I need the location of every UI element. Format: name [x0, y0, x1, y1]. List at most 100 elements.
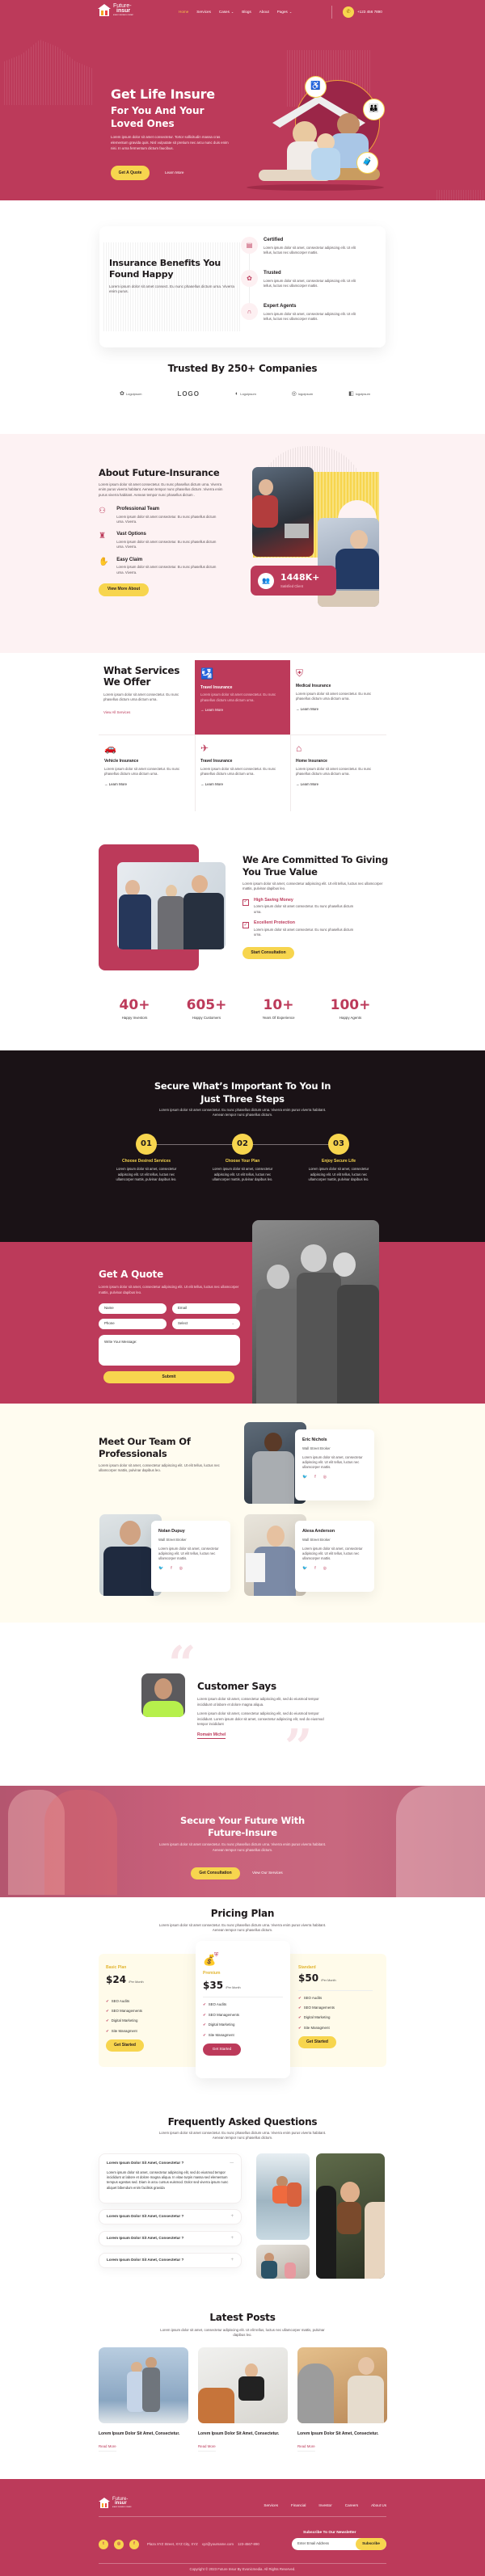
nav-pages[interactable]: Pages ⌄	[277, 10, 292, 15]
service-title: Travel Insurance	[200, 759, 233, 764]
twitter-icon[interactable]: 🐦	[302, 1475, 307, 1480]
view-more-about-button[interactable]: View More About	[99, 583, 149, 596]
service-card[interactable]: 🚗 Vehicle Insurance Lorem ipsum dolor si…	[99, 735, 194, 810]
nav-blogs[interactable]: Blogs	[242, 10, 251, 15]
faq-item[interactable]: Lorem Ipsum Dolor Sit Amet, Consectetur …	[99, 2253, 242, 2268]
post-title[interactable]: Lorem Ipsum Dolor Sit Amet, Consectetur.	[198, 2431, 288, 2437]
faq-item-open[interactable]: Lorem Ipsum Dolor Sit Amet, Consectetur …	[99, 2153, 242, 2203]
get-a-quote-button[interactable]: Get A Quote	[111, 166, 150, 181]
learn-more-link[interactable]: → Learn More	[200, 708, 285, 713]
phone-input[interactable]: Phone	[99, 1318, 167, 1329]
post-image[interactable]	[198, 2347, 288, 2423]
facebook-icon[interactable]: f	[314, 1475, 315, 1480]
footer-link-services[interactable]: Services	[264, 2503, 278, 2509]
footer-email[interactable]: xyz@yourname.com	[202, 2542, 234, 2547]
service-card[interactable]: ⛨ Medical Insurance Lorem ipsum dolor si…	[290, 660, 386, 734]
plus-icon[interactable]: +	[230, 2213, 234, 2220]
read-more-link[interactable]: Read More	[198, 2444, 216, 2452]
read-more-link[interactable]: Read More	[297, 2444, 315, 2452]
facebook-icon[interactable]: f	[129, 2540, 139, 2549]
faq-item[interactable]: Lorem Ipsum Dolor Sit Amet, Consectetur …	[99, 2209, 242, 2225]
partner-logos: ✿ Logoipsum LOGO ◐ Logoipsum ◎ logoipsum ◧ l…	[120, 389, 370, 399]
faq-item[interactable]: Lorem Ipsum Dolor Sit Amet, Consectetur …	[99, 2231, 242, 2246]
twitter-icon[interactable]: t	[99, 2540, 108, 2549]
post-image[interactable]	[297, 2347, 387, 2423]
chevron-down-icon: ⌄	[230, 10, 234, 14]
hero-subtitle-1: For You And Your	[111, 104, 205, 116]
footer-link-investor[interactable]: Investor	[318, 2503, 331, 2509]
point-text: Lorem ipsum dolor sit amet consectetur. …	[254, 927, 354, 937]
footer-link-financial[interactable]: Financial	[291, 2503, 306, 2509]
post-card[interactable]: Lorem Ipsum Dolor Sit Amet, Consectetur.…	[198, 2347, 288, 2452]
get-started-button[interactable]: Get Started	[203, 2043, 241, 2056]
post-card[interactable]: Lorem Ipsum Dolor Sit Amet, Consectetur.…	[297, 2347, 387, 2452]
service-select[interactable]: Select ⌄	[172, 1318, 240, 1329]
learn-more-link[interactable]: → Learn More	[200, 782, 285, 787]
plan-feature: ✔ Site Managment	[106, 2028, 137, 2033]
get-started-button[interactable]: Get Started	[106, 2039, 144, 2052]
learn-more-link[interactable]: Learn More	[165, 170, 184, 176]
plan-feature: ✔ SEO Managements	[298, 2006, 335, 2010]
instagram-icon[interactable]: ◎	[323, 1566, 327, 1572]
nav-about[interactable]: About	[259, 10, 269, 15]
plus-icon[interactable]: +	[230, 2235, 234, 2242]
pricing-card: Basic Plan $24/Per Month ✔ SEO Audits ✔ SE…	[106, 1965, 187, 2052]
benefit-text: Lorem ipsum dolor sit amet, consectetur …	[264, 311, 356, 321]
plan-feature: ✔ Site Managment	[298, 2025, 330, 2030]
footer-logo[interactable]: Future- insur A FAMILY INSURANCE COMPANY	[99, 2497, 132, 2509]
service-card[interactable]: ✈ Travel Insurance Lorem ipsum dolor sit…	[195, 735, 290, 810]
money-bag-icon: 💰 ⛨	[203, 1952, 219, 1966]
feature-text: Lorem ipsum dolor sit amet consectetur. …	[116, 539, 217, 549]
step-title: Choose Your Plan	[225, 1159, 260, 1164]
name-input[interactable]: Name	[99, 1303, 167, 1314]
step-number: 02	[232, 1134, 253, 1155]
read-more-link[interactable]: Read More	[99, 2444, 116, 2452]
nav-cases[interactable]: Cases ⌄	[219, 10, 234, 15]
post-title[interactable]: Lorem Ipsum Dolor Sit Amet, Consectetur.	[297, 2431, 387, 2437]
footer-link-about-us[interactable]: About Us	[371, 2503, 386, 2509]
learn-more-link[interactable]: → Learn More	[296, 707, 380, 712]
get-consultation-button[interactable]: Get Consultation	[191, 1867, 240, 1879]
twitter-icon[interactable]: 🐦	[158, 1566, 163, 1572]
email-input[interactable]: Email	[172, 1303, 240, 1314]
instagram-icon[interactable]: ◎	[114, 2540, 124, 2549]
instagram-icon[interactable]: ◎	[179, 1566, 183, 1572]
plan-feature: ✔ SEO Audits	[203, 2002, 227, 2007]
subscribe-button[interactable]: Subscribe	[356, 2538, 386, 2550]
facebook-icon[interactable]: f	[314, 1566, 315, 1572]
select-value: Select	[178, 1321, 188, 1326]
instagram-icon[interactable]: ◎	[323, 1475, 327, 1480]
learn-more-link[interactable]: → Learn More	[296, 782, 380, 787]
plan-price: $24	[106, 1974, 127, 1986]
footer-link-careers[interactable]: Careers	[345, 2503, 358, 2509]
luggage-badge-icon: 🧳	[356, 152, 378, 174]
post-title[interactable]: Lorem Ipsum Dolor Sit Amet, Consectetur.	[99, 2431, 188, 2437]
start-consultation-button[interactable]: Start Consultation	[242, 947, 294, 960]
get-started-button[interactable]: Get Started	[298, 2036, 336, 2049]
service-text: Lorem ipsum dolor sit amet consectetur. …	[104, 766, 180, 777]
logo[interactable]: Future- insur A FAMILY INSURANCE COMPANY	[98, 3, 133, 17]
newsletter-email-input[interactable]: Enter Email Address	[292, 2541, 329, 2546]
post-card[interactable]: Lorem Ipsum Dolor Sit Amet, Consectetur.…	[99, 2347, 188, 2452]
feature-title: Professional Team	[116, 506, 160, 511]
cta-title-line2: Future-Insure	[208, 1826, 277, 1838]
nav-home[interactable]: Home	[179, 10, 188, 15]
view-all-services-link[interactable]: View All Services	[103, 710, 184, 715]
message-textarea[interactable]: Write Your Message:	[99, 1334, 240, 1366]
committed-text: Lorem ipsum dolor sit amet, consectetur …	[242, 881, 383, 891]
minus-icon[interactable]: —	[230, 2161, 234, 2166]
learn-more-link[interactable]: → Learn More	[104, 782, 188, 787]
phone-link[interactable]: ✆ +123 456 7890	[343, 6, 382, 18]
service-card[interactable]: ⌂ Home Insurance Lorem ipsum dolor sit a…	[290, 735, 386, 810]
nav-services[interactable]: Services	[196, 10, 211, 15]
post-image[interactable]	[99, 2347, 188, 2423]
certificate-icon: ▤	[241, 237, 258, 254]
view-our-services-link[interactable]: View Our Services	[252, 1871, 283, 1876]
team-text: Lorem ipsum dolor sit amet, consectetur …	[99, 1463, 220, 1473]
plus-icon[interactable]: +	[230, 2257, 234, 2264]
twitter-icon[interactable]: 🐦	[302, 1566, 307, 1572]
submit-button[interactable]: Submit	[103, 1370, 234, 1383]
plan-period: /Per Month	[129, 1980, 144, 1985]
service-card-highlighted[interactable]: 🛂 Travel Insurance Lorem ipsum dolor sit…	[195, 660, 290, 734]
footer-phone[interactable]: 123-4567-890	[238, 2542, 259, 2547]
